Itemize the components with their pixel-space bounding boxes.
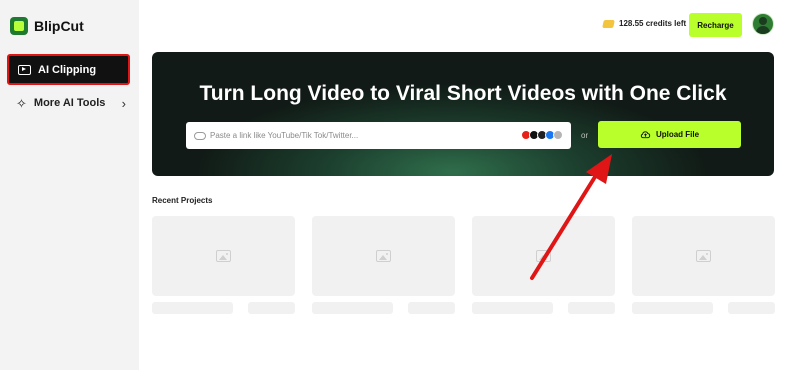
annotation-arrow [530,154,612,280]
upload-file-label: Upload File [655,130,700,139]
skeleton-meta [408,302,455,314]
image-placeholder-icon [696,250,711,262]
skeleton-title [472,302,553,314]
cloud-upload-icon [640,131,651,139]
sidebar-item-label: AI Clipping [38,63,97,76]
skeleton-title [632,302,713,314]
hero-title: Turn Long Video to Viral Short Videos wi… [199,82,727,105]
sidebar-item-ai-clipping[interactable]: AI Clipping [7,54,130,85]
skeleton-meta [568,302,615,314]
image-placeholder-icon [376,250,391,262]
image-placeholder-icon [216,250,231,262]
app-logo[interactable]: BlipCut [10,17,84,35]
blipcut-logo-icon [10,17,28,35]
app-name: BlipCut [34,18,84,34]
skeleton-title [312,302,393,314]
app: BlipCut AI Clipping ✧ More AI Tools › 12… [0,0,788,370]
link-input-box[interactable] [186,122,571,149]
hero-banner: Turn Long Video to Viral Short Videos wi… [152,52,774,176]
project-placeholder-card [632,216,775,296]
ai-clipping-icon [18,64,31,75]
skeleton-meta [728,302,775,314]
skeleton-title [152,302,233,314]
recent-projects-title: Recent Projects [152,196,213,205]
credits-indicator: 128.55 credits left [602,19,687,28]
or-separator: or [581,131,589,140]
more-icon [553,130,563,140]
link-input[interactable] [210,131,510,140]
upload-file-button[interactable]: Upload File [598,121,741,148]
sidebar-item-label: More AI Tools [33,97,106,109]
recharge-button[interactable]: Recharge [689,13,742,37]
project-placeholder-card [312,216,455,296]
project-placeholder-card [152,216,295,296]
credits-text: 128.55 credits left [619,19,687,28]
platform-icons [521,130,563,140]
skeleton-meta [248,302,295,314]
user-avatar[interactable] [752,13,774,35]
link-icon [194,131,206,140]
sidebar: BlipCut AI Clipping ✧ More AI Tools › [0,0,139,370]
sparkle-icon: ✧ [16,95,27,111]
credits-coin-icon [602,19,615,28]
sidebar-item-more-ai-tools[interactable]: ✧ More AI Tools › [16,93,126,113]
chevron-right-icon: › [121,95,126,111]
